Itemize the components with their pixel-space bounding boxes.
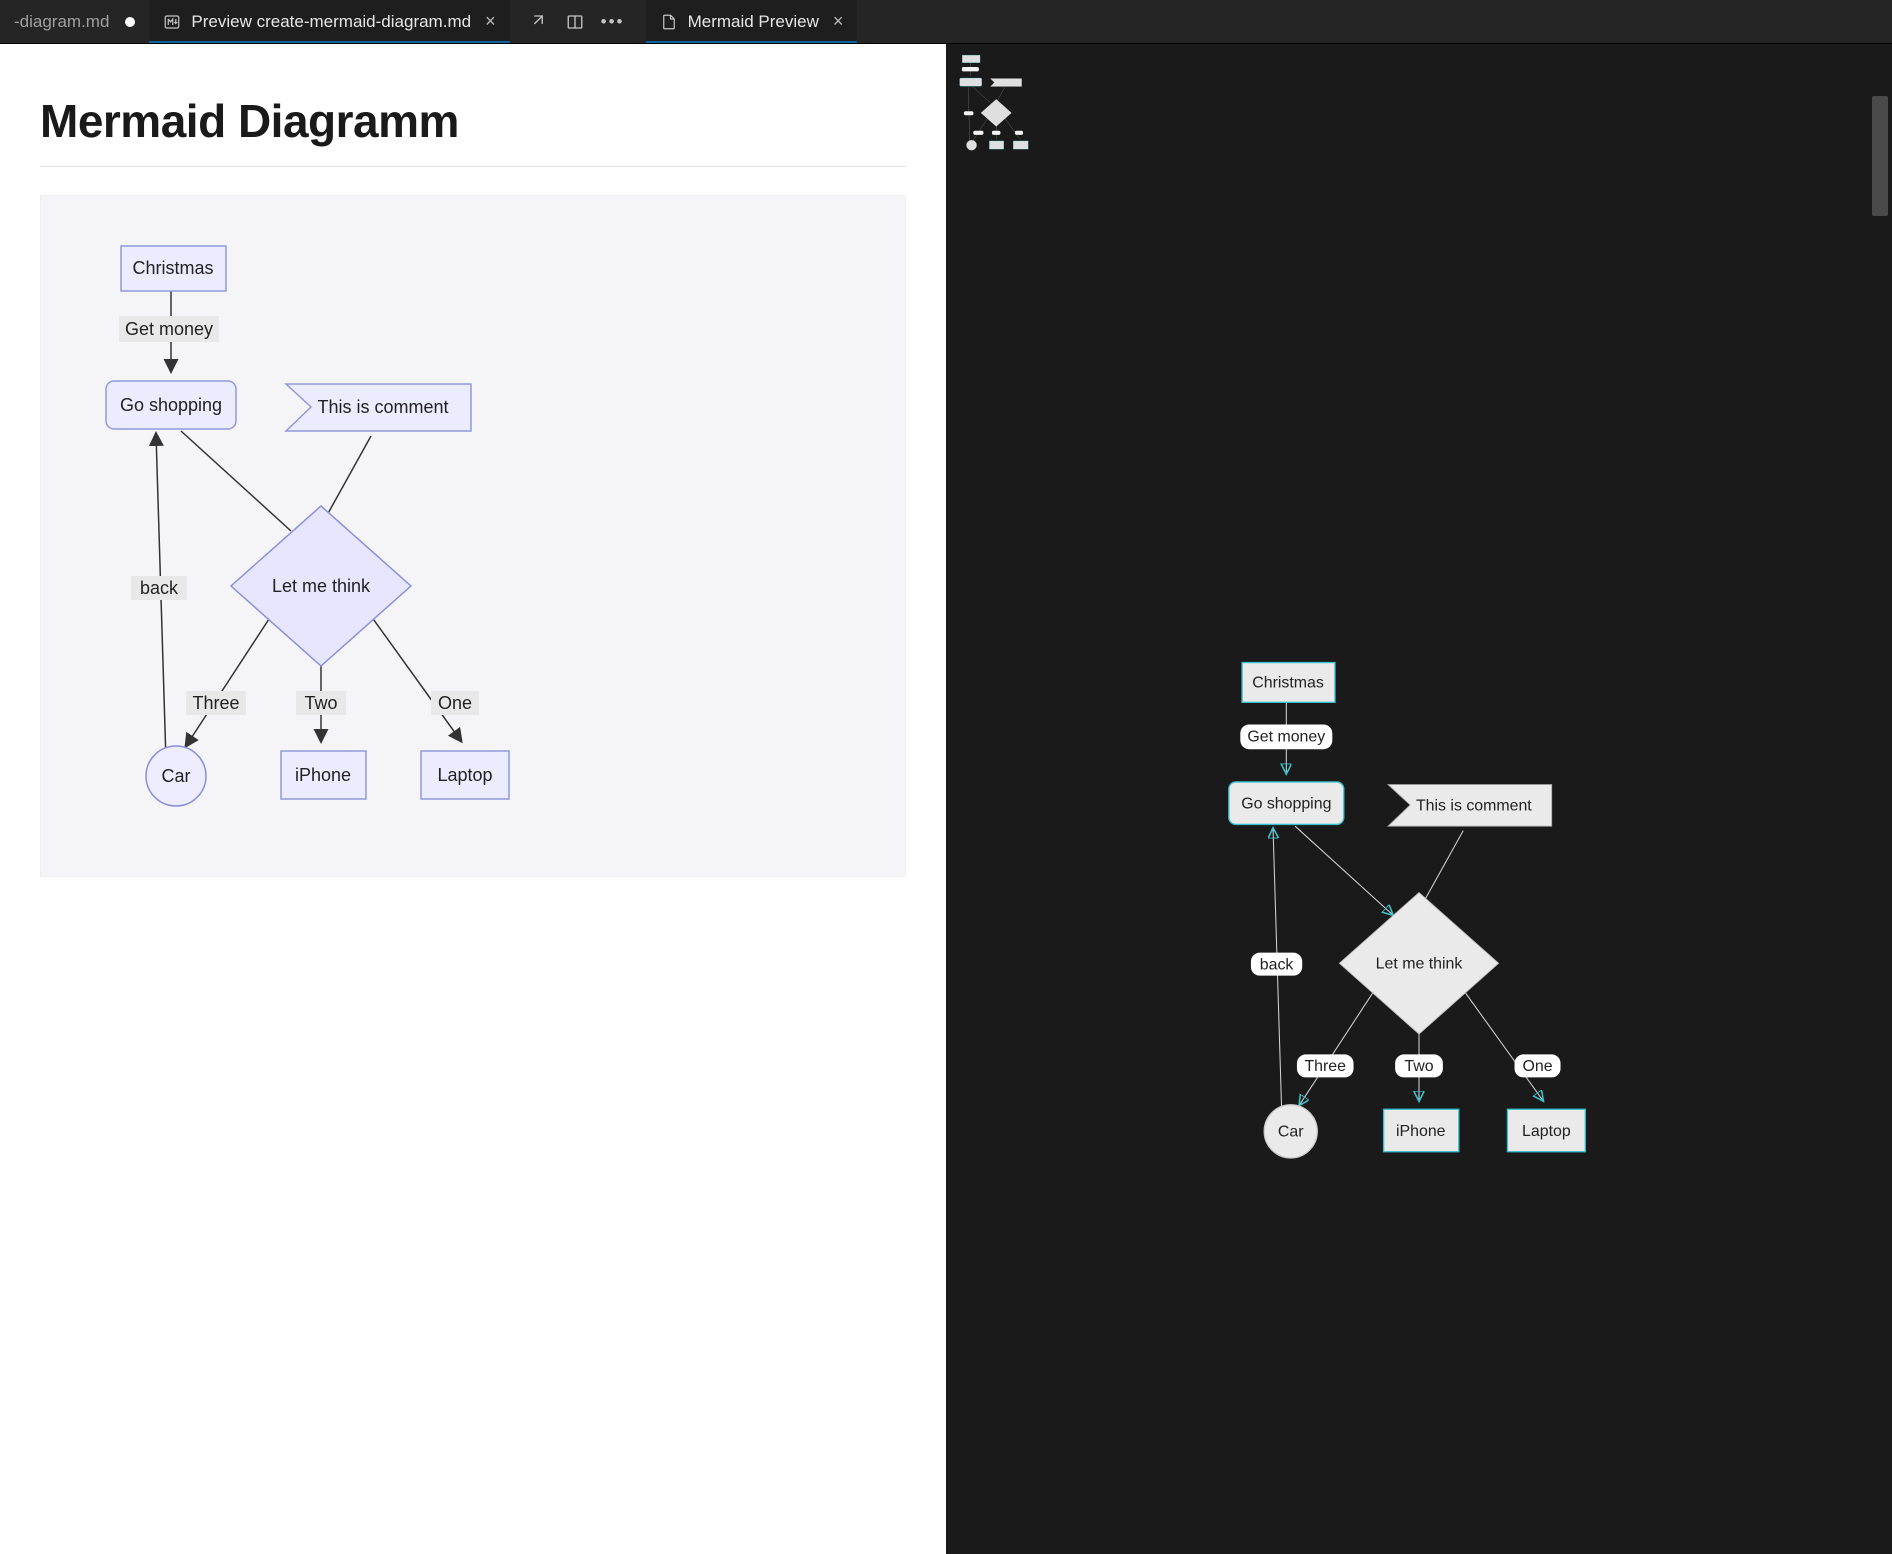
edge-label-two: Two	[304, 693, 337, 713]
tab-label: -diagram.md	[14, 12, 109, 32]
node-car: Car	[161, 766, 190, 786]
mermaid-diagram-light: Christmas Get money Go shopping This is …	[61, 216, 581, 856]
file-icon	[660, 13, 678, 31]
editor-toolbar: •••	[510, 0, 640, 43]
markdown-preview-pane[interactable]: Mermaid Diagramm	[0, 44, 946, 1554]
mermaid-diagram-dark[interactable]: Christmas Get money Go shopping This is …	[1189, 636, 1649, 1202]
node-laptop: Laptop	[437, 765, 492, 785]
edge-label-three: Three	[192, 693, 239, 713]
editor-tabstrip: -diagram.md Preview create-mermaid-diagr…	[0, 0, 1892, 44]
node-christmas: Christmas	[1252, 674, 1324, 691]
node-car: Car	[1278, 1124, 1304, 1141]
edge-label-one: One	[1522, 1058, 1552, 1075]
node-go-shopping: Go shopping	[1241, 795, 1331, 812]
node-iphone: iPhone	[295, 765, 351, 785]
page-title: Mermaid Diagramm	[40, 94, 906, 148]
title-divider	[40, 166, 906, 167]
edge-label-get-money: Get money	[125, 319, 213, 339]
close-icon[interactable]: ×	[485, 11, 496, 32]
vertical-scrollbar[interactable]	[1870, 96, 1890, 1534]
node-let-me-think: Let me think	[1376, 956, 1463, 973]
close-icon[interactable]: ×	[833, 11, 844, 32]
tab-mermaid-preview[interactable]: Mermaid Preview ×	[646, 0, 858, 43]
tab-editor-file[interactable]: -diagram.md	[0, 0, 149, 43]
unsaved-indicator-icon	[125, 17, 135, 27]
tab-label: Mermaid Preview	[688, 12, 819, 32]
edge-label-three: Three	[1304, 1058, 1346, 1075]
node-comment: This is comment	[317, 397, 448, 417]
node-let-me-think: Let me think	[272, 576, 371, 596]
edge-label-back: back	[1260, 956, 1294, 973]
scrollbar-thumb[interactable]	[1872, 96, 1888, 216]
markdown-preview-icon	[163, 13, 181, 31]
edge-label-back: back	[140, 578, 179, 598]
node-laptop: Laptop	[1522, 1123, 1571, 1140]
edge-label-get-money: Get money	[1247, 728, 1325, 745]
node-iphone: iPhone	[1396, 1123, 1446, 1140]
node-christmas: Christmas	[132, 258, 213, 278]
tab-markdown-preview[interactable]: Preview create-mermaid-diagram.md ×	[149, 0, 509, 43]
node-comment: This is comment	[1416, 797, 1532, 814]
edge-label-one: One	[438, 693, 472, 713]
open-changes-icon[interactable]	[528, 13, 546, 31]
more-actions-icon[interactable]: •••	[604, 13, 622, 31]
split-editor-icon[interactable]	[566, 13, 584, 31]
mermaid-code-block: Christmas Get money Go shopping This is …	[40, 195, 906, 877]
workspace: Mermaid Diagramm	[0, 44, 1892, 1554]
mermaid-preview-pane[interactable]: Christmas Get money Go shopping This is …	[946, 44, 1892, 1554]
edge-label-two: Two	[1404, 1058, 1433, 1075]
node-go-shopping: Go shopping	[120, 395, 222, 415]
tab-label: Preview create-mermaid-diagram.md	[191, 12, 471, 32]
